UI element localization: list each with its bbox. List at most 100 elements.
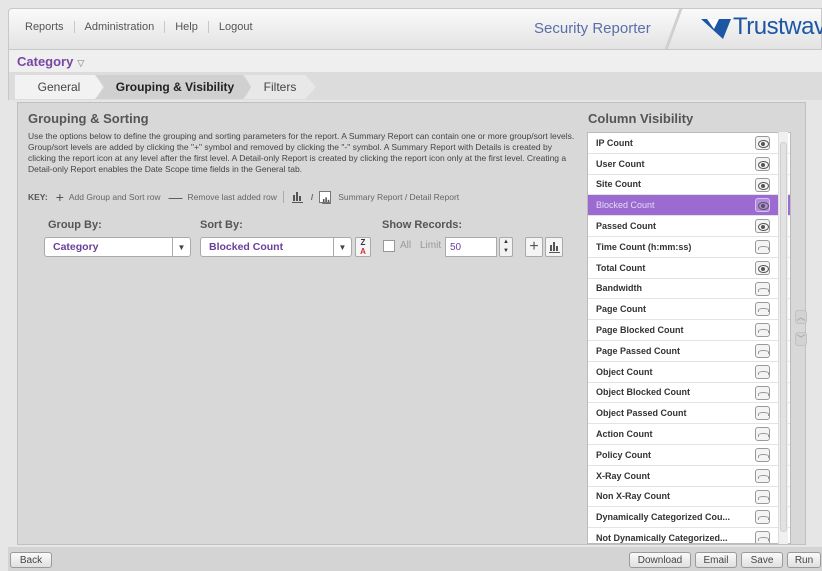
column-name: Total Count [596,262,646,273]
download-button[interactable]: Download [629,552,691,568]
column-row[interactable]: Page Count [588,299,790,321]
grouping-sorting-title: Grouping & Sorting [28,111,149,126]
column-name: Object Passed Count [596,408,687,419]
eye-closed-icon[interactable] [755,406,770,421]
column-row[interactable]: Object Count [588,362,790,383]
category-bar: Category ▽ [8,50,822,72]
column-name: Page Passed Count [596,345,681,356]
eye-icon[interactable] [755,136,770,150]
eye-closed-icon[interactable] [755,510,770,525]
column-row[interactable]: Non X-Ray Count [588,487,790,508]
email-button[interactable]: Email [695,552,737,568]
column-name: User Count [596,158,645,169]
brand-logo: Trustwave [659,9,822,49]
key-label: KEY: [28,192,48,202]
eye-closed-icon[interactable] [755,489,770,504]
detail-report-icon [319,191,332,204]
column-row[interactable]: Object Passed Count [588,403,790,425]
column-name: Bandwidth [596,283,642,294]
key-add-text: Add Group and Sort row [68,192,161,202]
column-name: Not Dynamically Categorized... [596,533,728,544]
tab-general[interactable]: General [15,75,103,99]
column-row[interactable]: Passed Count [588,216,790,237]
move-up-button[interactable]: ︿ [795,310,807,324]
category-dropdown[interactable]: Category ▽ [17,54,84,69]
sort-by-select[interactable]: Blocked Count ▼ [200,237,352,257]
column-row[interactable]: Not Dynamically Categorized... [588,528,790,544]
run-button[interactable]: Run [787,552,821,568]
column-name: Time Count (h:mm:ss) [596,241,692,252]
column-row[interactable]: Dynamically Categorized Cou... [588,507,790,529]
column-row[interactable]: Action Count [588,424,790,445]
eye-closed-icon[interactable] [755,385,770,400]
dropdown-arrow-icon: ▼ [172,238,190,256]
add-row-button[interactable]: + [525,237,543,257]
limit-label: Limit [420,240,442,251]
eye-icon[interactable] [755,198,770,213]
column-name: Site Count [596,179,641,190]
key-slash: / [310,192,314,202]
eye-closed-icon[interactable] [755,427,770,442]
column-name: Non X-Ray Count [596,491,670,502]
group-by-label: Group By: [48,219,102,231]
column-name: Page Blocked Count [596,325,684,336]
column-visibility-list: IP Count User Count Site Count Blocked Coun… [587,132,791,544]
limit-input[interactable] [445,237,497,257]
divider [282,191,284,203]
column-row[interactable]: Time Count (h:mm:ss) [588,237,790,258]
eye-icon[interactable] [755,177,770,192]
chevron-down-icon: ﹀ [796,334,806,344]
column-row[interactable]: User Count [588,154,790,175]
column-row[interactable]: Policy Count [588,445,790,466]
eye-closed-icon[interactable] [755,323,770,338]
nav-logout[interactable]: Logout [209,21,263,33]
eye-icon[interactable] [755,260,770,275]
sort-order-button[interactable]: ZA [355,237,371,257]
summary-report-icon [291,191,305,203]
eye-closed-icon[interactable] [755,343,770,358]
column-name: Dynamically Categorized Cou... [596,512,731,523]
nav-reports[interactable]: Reports [15,21,75,33]
nav-help[interactable]: Help [165,21,209,33]
column-name: IP Count [596,137,633,148]
column-list-scrollbar[interactable] [778,132,788,544]
scrollbar-thumb[interactable] [780,142,787,532]
category-title: Category [17,54,74,69]
eye-icon[interactable] [755,219,770,234]
eye-closed-icon[interactable] [755,447,770,462]
group-by-select[interactable]: Category ▼ [44,237,191,257]
column-row[interactable]: Object Blocked Count [588,383,790,404]
eye-closed-icon[interactable] [755,531,770,543]
column-row[interactable]: IP Count [588,133,790,154]
eye-closed-icon[interactable] [755,302,770,317]
group-by-value: Category [53,241,99,253]
tab-filters[interactable]: Filters [244,75,316,99]
limit-spinner[interactable]: ▲ ▼ [499,237,513,257]
column-row[interactable]: Site Count [588,175,790,196]
column-name: X-Ray Count [596,470,650,481]
app-title: Security Reporter [534,20,651,37]
show-records-label: Show Records: [382,219,463,231]
column-row[interactable]: Total Count [588,258,790,279]
minus-icon: — [168,189,183,205]
tab-grouping-visibility[interactable]: Grouping & Visibility [95,75,255,99]
eye-closed-icon[interactable] [755,281,770,296]
column-row[interactable]: Page Passed Count [588,341,790,362]
report-type-button[interactable] [545,237,563,257]
back-button[interactable]: Back [10,552,52,568]
top-bar: Reports Administration Help Logout Secur… [8,8,822,50]
eye-closed-icon[interactable] [755,239,770,254]
column-name: Policy Count [596,449,652,460]
key-legend: KEY: + Add Group and Sort row — Remove l… [28,189,459,205]
column-row[interactable]: Bandwidth [588,279,790,300]
eye-closed-icon[interactable] [755,468,770,483]
move-down-button[interactable]: ﹀ [795,332,807,346]
save-button[interactable]: Save [741,552,783,568]
column-row[interactable]: Page Blocked Count [588,320,790,341]
eye-closed-icon[interactable] [755,364,770,379]
column-row[interactable]: X-Ray Count [588,466,790,487]
eye-icon[interactable] [755,156,770,171]
nav-administration[interactable]: Administration [75,21,166,33]
column-row[interactable]: Blocked Count [588,195,790,217]
show-all-checkbox[interactable] [383,240,395,252]
